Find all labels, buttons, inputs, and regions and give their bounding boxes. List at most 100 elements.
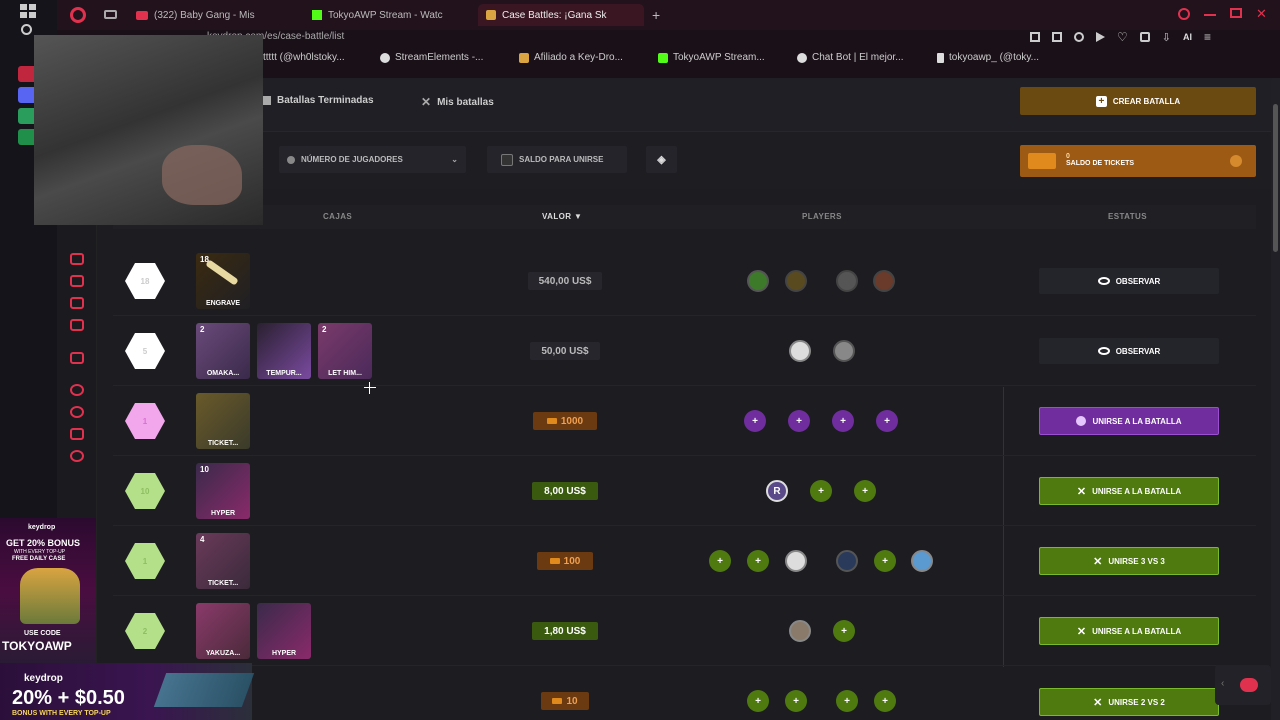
sidebar-icon-3[interactable] [70, 297, 84, 309]
sidebar-icon-6[interactable] [70, 384, 84, 396]
players-dropdown[interactable]: NÚMERO DE JUGADORES ⌄ [279, 146, 466, 173]
join-slot[interactable]: + [874, 550, 896, 572]
player-avatar[interactable] [836, 270, 858, 292]
observe-button[interactable]: OBSERVAR [1039, 338, 1219, 364]
windows-start-icon[interactable] [20, 4, 36, 18]
join-slot[interactable]: + [785, 690, 807, 712]
join-slot[interactable]: + [874, 690, 896, 712]
wallet-icon[interactable] [1139, 32, 1150, 42]
player-avatar[interactable] [911, 550, 933, 572]
sidebar-icon-1[interactable] [70, 253, 84, 265]
case-thumb[interactable]: TICKET... [196, 393, 250, 449]
tab-youtube[interactable]: (322) Baby Gang - Mis [128, 4, 294, 26]
maximize-icon[interactable] [1230, 8, 1242, 18]
case-thumb[interactable]: TEMPUR... [257, 323, 311, 379]
tab-kick[interactable]: TokyoAWP Stream - Watc [304, 4, 470, 26]
bookmark-3[interactable]: TokyoAWP Stream... [658, 52, 765, 63]
join-slot[interactable]: + [833, 620, 855, 642]
tab-keydrop[interactable]: Case Battles: ¡Gana Sk [478, 4, 644, 26]
bookmark-2[interactable]: Afiliado a Key-Dro... [519, 52, 623, 63]
close-icon[interactable]: ✕ [1256, 7, 1267, 22]
chevron-left-icon[interactable]: ‹ [1221, 678, 1224, 689]
adblock-icon[interactable] [1074, 32, 1084, 42]
case-count: 2 [322, 325, 327, 334]
sidebar-icon-8[interactable] [70, 428, 84, 440]
pin-icon[interactable] [1030, 32, 1040, 42]
sidebar-icon-7[interactable] [70, 406, 84, 418]
player-avatar[interactable]: R [766, 480, 788, 502]
player-icon[interactable] [1096, 32, 1105, 42]
player-avatar[interactable] [789, 620, 811, 642]
minimize-icon[interactable] [1204, 14, 1216, 16]
player-avatar[interactable] [836, 550, 858, 572]
level-text: 2 [142, 626, 148, 636]
sidebar-icon-5[interactable] [70, 352, 84, 364]
balance-filter[interactable]: SALDO PARA UNIRSE [487, 146, 627, 173]
join-slot[interactable]: + [747, 690, 769, 712]
join-slot[interactable]: + [788, 410, 810, 432]
players-dropdown-label: NÚMERO DE JUGADORES [301, 155, 403, 164]
join-slot[interactable]: + [832, 410, 854, 432]
player-avatar[interactable] [785, 270, 807, 292]
download-icon[interactable]: ⇩ [1162, 31, 1171, 44]
player-avatar[interactable] [833, 340, 855, 362]
join-battle-button[interactable]: ✕ UNIRSE A LA BATALLA [1039, 477, 1219, 505]
sidebar-icon-2[interactable] [70, 275, 84, 287]
player-avatar[interactable] [789, 340, 811, 362]
observe-button[interactable]: OBSERVAR [1039, 268, 1219, 294]
join-slot[interactable]: + [854, 480, 876, 502]
header-value[interactable]: VALOR ▼ [542, 212, 582, 232]
case-thumb[interactable]: 18 ENGRAVE [196, 253, 250, 309]
ticket-info-icon[interactable] [1230, 155, 1242, 167]
player-avatar[interactable] [873, 270, 895, 292]
bookmark-0[interactable]: ttttt (@wh0lstoky... [263, 52, 345, 63]
finished-battles-link[interactable]: Batallas Terminadas [262, 95, 374, 106]
opera-logo-icon[interactable] [70, 7, 86, 23]
join-slot[interactable]: + [709, 550, 731, 572]
case-thumb[interactable]: 10 HYPER [196, 463, 250, 519]
player-avatar[interactable] [747, 270, 769, 292]
chat-icon[interactable] [1240, 678, 1258, 692]
case-thumb[interactable]: YAKUZA... [196, 603, 250, 659]
player-avatar[interactable] [785, 550, 807, 572]
create-battle-button[interactable]: + CREAR BATALLA [1020, 87, 1256, 115]
eye-icon [1097, 277, 1110, 285]
join-slot[interactable]: + [836, 690, 858, 712]
ad-brand: keydrop [28, 524, 56, 531]
case-thumb[interactable]: 2 LET HIM... [318, 323, 372, 379]
heart-icon[interactable]: ♡ [1117, 30, 1128, 44]
sidebar-icon-9[interactable] [70, 450, 84, 462]
search-tabs-icon[interactable] [1178, 8, 1190, 20]
case-thumb[interactable]: 4 TICKET... [196, 533, 250, 589]
tickets-balance[interactable]: 0 SALDO DE TICKETS [1020, 145, 1256, 177]
level-text: 10 [140, 486, 150, 496]
my-battles-link[interactable]: ✕ Mis batallas [421, 95, 494, 109]
join-slot[interactable]: + [747, 550, 769, 572]
search-icon[interactable] [21, 24, 32, 35]
tickets-label: SALDO DE TICKETS [1066, 160, 1135, 167]
scrollbar-thumb[interactable] [1273, 104, 1278, 252]
bookmark-1[interactable]: StreamElements -... [380, 52, 483, 63]
menu-icon[interactable]: ≡ [1204, 30, 1211, 44]
join-battle-button[interactable]: UNIRSE A LA BATALLA [1039, 407, 1219, 435]
join-battle-button[interactable]: ✕ UNIRSE A LA BATALLA [1039, 617, 1219, 645]
header-cases: CAJAS [323, 212, 353, 221]
join-slot[interactable]: + [744, 410, 766, 432]
join-3v3-button[interactable]: ✕ UNIRSE 3 VS 3 [1039, 547, 1219, 575]
battle-price: 1000 [533, 412, 597, 430]
sidebar-icon-4[interactable] [70, 319, 84, 331]
streamelements-icon [380, 52, 390, 63]
join-slot[interactable]: + [810, 480, 832, 502]
join-slot[interactable]: + [876, 410, 898, 432]
bookmark-5[interactable]: tokyoawp_ (@toky... [937, 52, 1039, 63]
new-tab-button[interactable]: + [652, 7, 660, 23]
join-2v2-button[interactable]: ✕ UNIRSE 2 VS 2 [1039, 688, 1219, 716]
eye-off-toggle[interactable]: ◈ [646, 146, 677, 173]
case-thumb[interactable]: 2 OMAKA... [196, 323, 250, 379]
ai-button[interactable]: AI [1183, 32, 1192, 42]
snapshot-icon[interactable] [1052, 32, 1062, 42]
case-thumb[interactable]: HYPER [257, 603, 311, 659]
workspaces-icon[interactable] [104, 10, 117, 19]
bookmark-4[interactable]: Chat Bot | El mejor... [797, 52, 904, 63]
checkbox[interactable] [501, 153, 513, 166]
